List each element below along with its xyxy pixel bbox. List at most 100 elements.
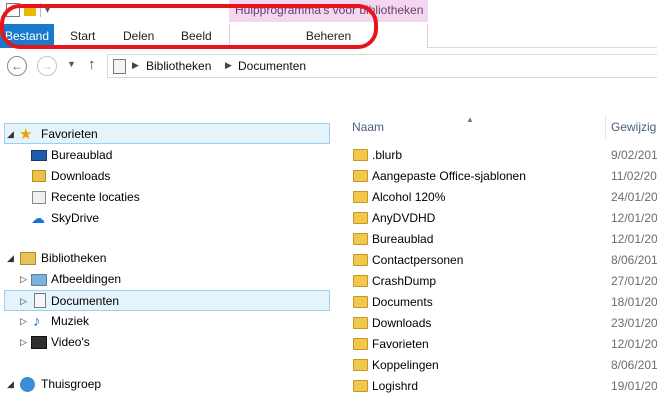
nav-item-libraries[interactable]: ◢ Bibliotheken xyxy=(0,248,330,269)
file-row[interactable]: Alcohol 120% 24/01/20 xyxy=(341,187,657,208)
tab-file[interactable]: Bestand xyxy=(0,24,54,48)
favorites-folder-icon xyxy=(353,338,368,350)
nav-item-favorites[interactable]: ◢ ★ Favorieten xyxy=(4,123,330,144)
file-row[interactable]: CrashDump 27/01/20 xyxy=(341,271,657,292)
nav-item-downloads[interactable]: Downloads xyxy=(0,166,330,187)
column-header-date[interactable]: Gewijzig xyxy=(611,120,656,134)
navigation-pane: ◢ ★ Favorieten Bureaublad Downloads Rece… xyxy=(0,115,340,401)
folder-icon xyxy=(353,212,368,224)
expand-arrow-icon[interactable]: ▷ xyxy=(20,269,27,290)
breadcrumb-chevron-icon[interactable]: ▶ xyxy=(132,60,139,71)
file-row[interactable]: Contactpersonen 8/06/201 xyxy=(341,250,657,271)
file-row[interactable]: Logishrd 19/01/20 xyxy=(341,376,657,397)
contextual-tab-title: Hulpprogramma's voor bibliotheken xyxy=(235,3,424,17)
file-name: Logishrd xyxy=(372,379,419,393)
file-name: Favorieten xyxy=(372,337,429,351)
navigation-bar: ← → ▼ ↑ ▶ Bibliotheken ▶ Documenten xyxy=(0,50,657,82)
collapse-arrow-icon[interactable]: ◢ xyxy=(7,124,14,145)
column-separator[interactable] xyxy=(605,115,606,139)
pictures-icon xyxy=(31,274,47,286)
file-name: Alcohol 120% xyxy=(372,190,446,204)
links-folder-icon xyxy=(353,359,368,371)
qat-customize-icon[interactable]: ▾ xyxy=(45,5,50,16)
file-name: CrashDump xyxy=(372,274,437,288)
file-row[interactable]: Downloads 23/01/20 xyxy=(341,313,657,334)
film-icon xyxy=(31,336,47,349)
collapse-arrow-icon[interactable]: ◢ xyxy=(7,248,14,269)
folder-icon xyxy=(353,380,368,392)
file-row[interactable]: Bureaublad 12/01/20 xyxy=(341,229,657,250)
breadcrumb-libraries[interactable]: Bibliotheken xyxy=(146,59,211,73)
nav-label: Favorieten xyxy=(41,127,98,141)
file-date: 18/01/20 xyxy=(611,295,657,309)
documents-icon xyxy=(34,293,46,308)
file-date: 8/06/201 xyxy=(611,358,657,372)
nav-label: Downloads xyxy=(51,169,111,183)
file-name: .blurb xyxy=(372,148,403,162)
file-row[interactable]: Koppelingen 8/06/201 xyxy=(341,355,657,376)
file-name: Contactpersonen xyxy=(372,253,464,267)
file-name: Documents xyxy=(372,295,433,309)
downloads-folder-icon xyxy=(32,170,46,182)
nav-label: Muziek xyxy=(51,314,90,328)
file-row[interactable]: AnyDVDHD 12/01/20 xyxy=(341,208,657,229)
file-name: AnyDVDHD xyxy=(372,211,436,225)
nav-item-music[interactable]: ▷ ♪ Muziek xyxy=(0,311,330,332)
up-arrow-icon[interactable]: ↑ xyxy=(88,56,96,73)
file-name: Koppelingen xyxy=(372,358,439,372)
tab-manage[interactable]: Beheren xyxy=(229,24,428,48)
new-folder-icon[interactable] xyxy=(24,4,36,16)
quick-access-toolbar: ▾ xyxy=(0,0,50,20)
file-date: 8/06/201 xyxy=(611,253,657,267)
nav-item-desktop[interactable]: Bureaublad xyxy=(0,145,330,166)
expand-arrow-icon[interactable]: ▷ xyxy=(20,291,27,312)
nav-label: Recente locaties xyxy=(51,190,140,204)
file-row[interactable]: .blurb 9/02/201 xyxy=(341,145,657,166)
column-header-name[interactable]: Naam xyxy=(352,120,384,134)
libraries-icon xyxy=(20,252,36,265)
expand-arrow-icon[interactable]: ▷ xyxy=(20,332,27,353)
file-date: 23/01/20 xyxy=(611,316,657,330)
file-row[interactable]: Aangepaste Office-sjablonen 11/02/20 xyxy=(341,166,657,187)
address-bar[interactable]: ▶ Bibliotheken ▶ Documenten xyxy=(107,54,657,78)
tab-start[interactable]: Start xyxy=(70,24,95,48)
file-row[interactable]: Documents 18/01/20 xyxy=(341,292,657,313)
music-note-icon: ♪ xyxy=(33,313,41,330)
file-date: 12/01/20 xyxy=(611,232,657,246)
nav-item-skydrive[interactable]: ☁ SkyDrive xyxy=(0,208,330,229)
breadcrumb-chevron-icon[interactable]: ▶ xyxy=(225,60,232,71)
file-date: 12/01/20 xyxy=(611,211,657,225)
qat-separator xyxy=(40,3,41,17)
desktop-folder-icon xyxy=(353,233,368,245)
recent-locations-chevron-icon[interactable]: ▼ xyxy=(67,59,76,69)
file-list: ▲ Naam Gewijzig .blurb 9/02/201 Aangepas… xyxy=(341,115,657,401)
file-name: Aangepaste Office-sjablonen xyxy=(372,169,526,183)
folder-icon xyxy=(353,170,368,182)
nav-item-videos[interactable]: ▷ Video's xyxy=(0,332,330,353)
star-icon: ★ xyxy=(19,126,33,143)
nav-label: Bureaublad xyxy=(51,148,113,162)
contacts-folder-icon xyxy=(353,254,368,266)
back-button[interactable]: ← xyxy=(7,56,27,76)
tab-share[interactable]: Delen xyxy=(123,24,154,48)
properties-icon[interactable] xyxy=(6,3,20,17)
nav-item-recent-locations[interactable]: Recente locaties xyxy=(0,187,330,208)
breadcrumb-documents[interactable]: Documenten xyxy=(238,59,306,73)
expand-arrow-icon[interactable]: ▷ xyxy=(20,311,27,332)
nav-item-pictures[interactable]: ▷ Afbeeldingen xyxy=(0,269,330,290)
ribbon-tabs: Bestand Start Delen Beeld Beheren xyxy=(0,22,657,48)
nav-label: Afbeeldingen xyxy=(51,272,122,286)
nav-label: Video's xyxy=(51,335,90,349)
file-date: 9/02/201 xyxy=(611,148,657,162)
forward-button[interactable]: → xyxy=(37,56,57,76)
folder-icon xyxy=(353,275,368,287)
cloud-icon: ☁ xyxy=(31,210,45,226)
nav-item-documents[interactable]: ▷ Documenten xyxy=(4,290,330,311)
sort-ascending-icon: ▲ xyxy=(466,115,474,124)
tab-view[interactable]: Beeld xyxy=(181,24,212,48)
file-date: 12/01/20 xyxy=(611,337,657,351)
nav-item-homegroup[interactable]: ◢ Thuisgroep xyxy=(0,374,330,395)
file-date: 19/01/20 xyxy=(611,379,657,393)
collapse-arrow-icon[interactable]: ◢ xyxy=(7,374,14,395)
file-row[interactable]: Favorieten 12/01/20 xyxy=(341,334,657,355)
